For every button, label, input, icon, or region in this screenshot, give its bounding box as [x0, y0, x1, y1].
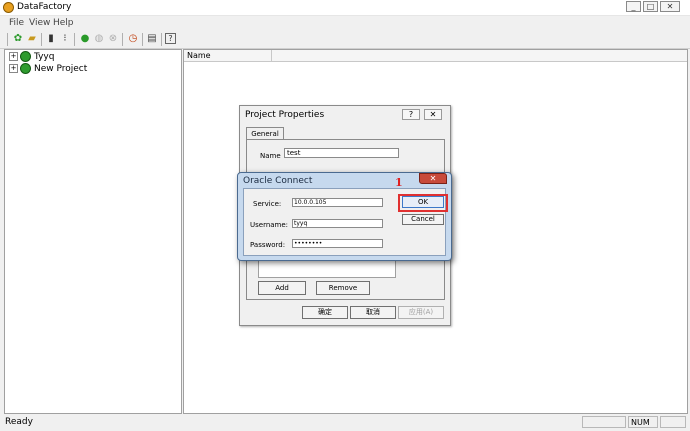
- ok-button[interactable]: OK: [402, 196, 444, 208]
- minimize-button[interactable]: _: [626, 1, 641, 12]
- title-bar: DataFactory _ □ ✕: [0, 0, 690, 16]
- tree-item-label: Tyyq: [34, 52, 55, 62]
- column-header-name[interactable]: Name: [184, 50, 272, 62]
- oracle-connect-dialog: Oracle Connect ✕ Service: 10.0.0.105 Use…: [237, 172, 452, 261]
- status-text: Ready: [5, 417, 33, 427]
- dialog-title: Project Properties: [245, 110, 325, 120]
- username-field[interactable]: tyyq: [292, 219, 383, 228]
- status-bar: Ready NUM: [0, 414, 690, 431]
- close-button[interactable]: ✕: [660, 1, 680, 12]
- dialog-body: Service: 10.0.0.105 Username: tyyq Passw…: [243, 188, 448, 256]
- menu-file[interactable]: File: [9, 18, 24, 28]
- project-icon: [20, 63, 31, 74]
- project-tree: + Tyyq + New Project: [4, 49, 182, 414]
- tree-item-tyyq[interactable]: + Tyyq: [9, 51, 54, 62]
- menu-view[interactable]: View: [29, 18, 50, 28]
- dialog-close-button[interactable]: ✕: [424, 109, 442, 120]
- toolbar-separator: [7, 33, 8, 46]
- toolbar: ✿ ▰ ▮ ⁝ ● ◍ ⊗ ◷ ▤ ?: [0, 30, 690, 49]
- project-icon: [20, 51, 31, 62]
- menu-help[interactable]: Help: [53, 18, 74, 28]
- toolbar-separator: [161, 33, 162, 46]
- app-icon: [3, 2, 14, 13]
- properties-icon[interactable]: ▮: [45, 33, 57, 45]
- annotation-marker: 1: [395, 176, 403, 189]
- apply-button[interactable]: 应用(A): [398, 306, 444, 319]
- window-title: DataFactory: [17, 2, 72, 12]
- ok-button[interactable]: 确定: [302, 306, 348, 319]
- status-cell-empty: [660, 416, 686, 428]
- column-header-empty: [272, 50, 687, 62]
- report-icon[interactable]: ▤: [146, 33, 158, 45]
- stop-icon[interactable]: ⊗: [107, 33, 119, 45]
- toolbar-separator: [41, 33, 42, 46]
- help-button[interactable]: ?: [402, 109, 420, 120]
- new-project-icon[interactable]: ✿: [12, 33, 24, 45]
- toolbar-separator: [122, 33, 123, 46]
- toolbar-separator: [142, 33, 143, 46]
- remove-button[interactable]: Remove: [316, 281, 370, 295]
- name-field[interactable]: test: [284, 148, 399, 158]
- list-icon[interactable]: ⁝: [59, 33, 71, 45]
- pause-icon[interactable]: ◍: [93, 33, 105, 45]
- dialog-close-button[interactable]: ✕: [419, 173, 447, 184]
- password-label: Password:: [250, 241, 286, 249]
- open-folder-icon[interactable]: ▰: [26, 33, 38, 45]
- tree-item-label: New Project: [34, 64, 88, 74]
- help-icon[interactable]: ?: [165, 33, 176, 44]
- username-label: Username:: [250, 221, 289, 229]
- service-field[interactable]: 10.0.0.105: [292, 198, 383, 207]
- service-label: Service:: [253, 200, 282, 208]
- name-label: Name: [260, 152, 281, 160]
- dialog-title: Oracle Connect: [243, 176, 313, 186]
- tree-item-new-project[interactable]: + New Project: [9, 63, 87, 74]
- run-icon[interactable]: ●: [79, 33, 91, 45]
- cancel-button[interactable]: 取消: [350, 306, 396, 319]
- expand-icon[interactable]: +: [9, 64, 18, 73]
- maximize-button[interactable]: □: [643, 1, 658, 12]
- password-field[interactable]: ••••••••: [292, 239, 383, 248]
- cancel-button[interactable]: Cancel: [402, 214, 444, 225]
- toolbar-separator: [74, 33, 75, 46]
- status-num: NUM: [628, 416, 658, 428]
- expand-icon[interactable]: +: [9, 52, 18, 61]
- menu-bar: File View Help: [0, 16, 690, 30]
- status-cell-empty: [582, 416, 626, 428]
- add-button[interactable]: Add: [258, 281, 306, 295]
- timer-icon[interactable]: ◷: [127, 33, 139, 45]
